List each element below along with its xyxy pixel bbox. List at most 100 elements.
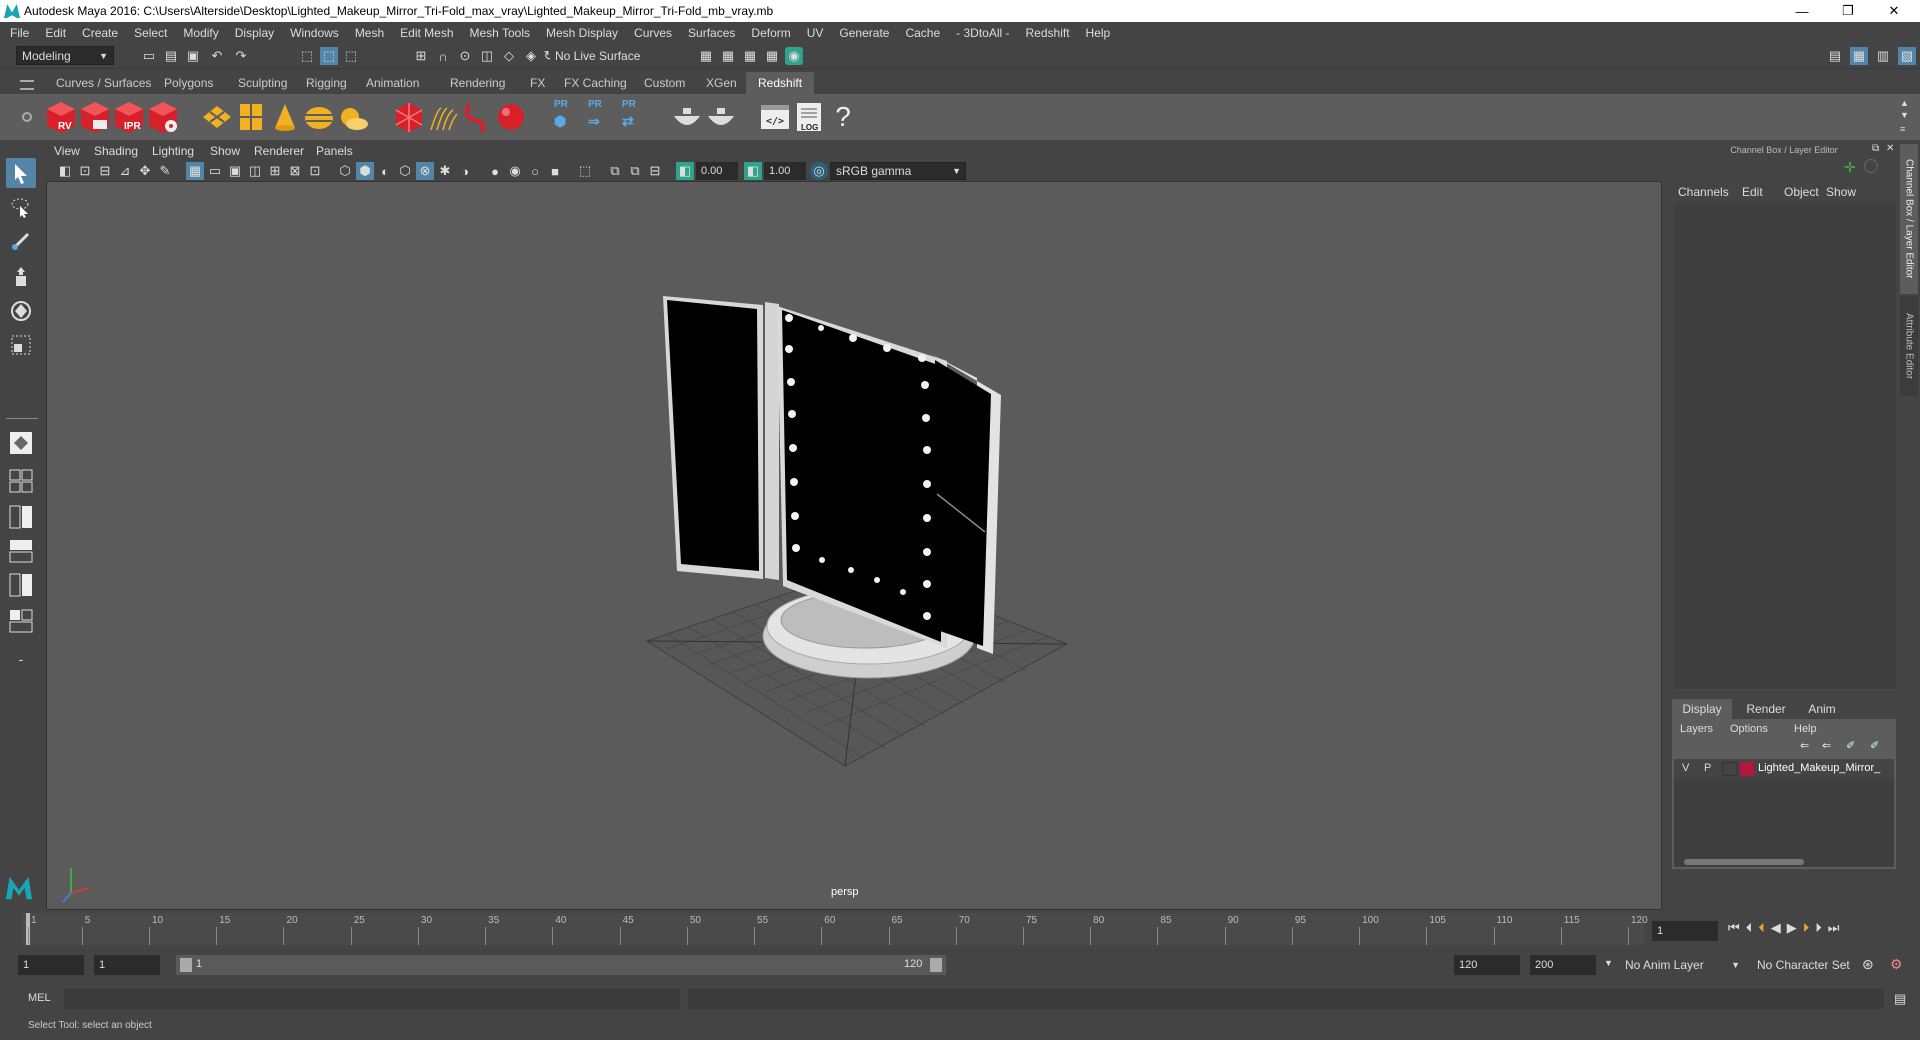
layer-tab-display[interactable]: Display xyxy=(1672,699,1732,719)
layout-four-icon[interactable]: ▦ xyxy=(1850,47,1868,65)
menu-uv[interactable]: UV xyxy=(799,26,832,40)
rv-icon[interactable]: RV xyxy=(44,99,78,135)
open-scene-icon[interactable]: ▤ xyxy=(162,47,180,65)
cb-menu-object[interactable]: Object xyxy=(1784,185,1819,199)
render-settings-icon[interactable]: ▦ xyxy=(763,47,781,65)
render-view-icon[interactable]: ▦ xyxy=(719,47,737,65)
command-input[interactable] xyxy=(64,989,680,1009)
select-component-icon[interactable]: ⬚ xyxy=(342,47,360,65)
depth-of-field-icon[interactable]: ■ xyxy=(546,162,564,180)
pr-export-icon[interactable]: PR ⇒ xyxy=(582,99,616,135)
grid-toggle-icon[interactable]: ▦ xyxy=(186,162,204,180)
snap-view-icon[interactable]: ◫ xyxy=(478,47,496,65)
default-lighting-icon[interactable]: ⊗ xyxy=(416,162,434,180)
close-panel-icon[interactable]: ✕ xyxy=(1886,143,1894,154)
light-cone-icon[interactable] xyxy=(268,99,302,135)
snap-point-icon[interactable]: ⊙ xyxy=(456,47,474,65)
script-editor-icon[interactable]: </> xyxy=(758,99,792,135)
layer-scroll-thumb[interactable] xyxy=(1684,859,1804,865)
volume-icon[interactable] xyxy=(392,99,426,135)
menu-modify[interactable]: Modify xyxy=(175,26,226,40)
shelf-options-icon[interactable] xyxy=(22,112,32,122)
shelf-tab-custom[interactable]: Custom xyxy=(632,72,697,94)
toolbox-expand-icon[interactable]: - xyxy=(6,644,36,674)
film-gate-icon[interactable]: ▭ xyxy=(206,162,224,180)
select-object-icon[interactable]: ⬚ xyxy=(320,47,338,65)
playback-start-field[interactable]: 1 xyxy=(94,955,160,975)
snap-live-icon[interactable]: ◈ xyxy=(522,47,540,65)
layout-graph-persp-icon[interactable] xyxy=(6,570,36,600)
menu-create[interactable]: Create xyxy=(74,26,126,40)
menu-deform[interactable]: Deform xyxy=(743,26,798,40)
channel-list[interactable] xyxy=(1674,203,1896,689)
sun-sky-icon[interactable] xyxy=(336,99,370,135)
lasso-tool-icon[interactable] xyxy=(6,192,36,222)
smooth-shade-icon[interactable]: ⬢ xyxy=(356,162,374,180)
move-tool-icon[interactable] xyxy=(6,262,36,292)
snap-grid-icon[interactable]: ⊞ xyxy=(412,47,430,65)
panel-menu-show[interactable]: Show xyxy=(210,144,240,158)
anti-alias-icon[interactable]: ○ xyxy=(526,162,544,180)
layout-hypershade-icon[interactable] xyxy=(6,606,36,636)
paint-select-tool-icon[interactable] xyxy=(6,226,36,256)
bowl-icon-2[interactable] xyxy=(704,99,738,135)
menu-mesh-tools[interactable]: Mesh Tools xyxy=(462,26,538,40)
ambient-occlusion-icon[interactable]: ● xyxy=(486,162,504,180)
mel-label[interactable]: MEL xyxy=(28,992,51,1004)
new-layer-icon[interactable]: ✐ xyxy=(1846,739,1855,752)
layer-menu-help[interactable]: Help xyxy=(1794,723,1817,735)
menu-edit-mesh[interactable]: Edit Mesh xyxy=(392,26,461,40)
layout-outliner-icon[interactable]: ▥ xyxy=(1874,47,1892,65)
render-frame-icon[interactable]: ▦ xyxy=(697,47,715,65)
menu-cache[interactable]: Cache xyxy=(897,26,948,40)
menu-help[interactable]: Help xyxy=(1078,26,1119,40)
step-forward-frame-icon[interactable]: ⏵ xyxy=(1803,920,1810,936)
shelf-tab-curves-surfaces[interactable]: Curves / Surfaces xyxy=(44,72,163,94)
material-ball-icon[interactable] xyxy=(494,99,528,135)
xray-icon[interactable]: ◑ xyxy=(456,162,474,180)
hair-icon[interactable] xyxy=(426,99,460,135)
side-tab-attribute-editor[interactable]: Attribute Editor xyxy=(1900,296,1918,396)
cb-menu-edit[interactable]: Edit xyxy=(1742,185,1763,199)
layer-row[interactable]: V P Lighted_Makeup_Mirror_ xyxy=(1674,759,1894,779)
layout-single-pane-icon[interactable] xyxy=(6,428,36,458)
render-icon[interactable] xyxy=(78,99,112,135)
hud-icon[interactable]: ⊟ xyxy=(646,162,664,180)
layer-tab-anim[interactable]: Anim xyxy=(1796,699,1848,719)
wireframe-icon[interactable]: ⬡ xyxy=(336,162,354,180)
layout-four-pane-icon[interactable] xyxy=(6,466,36,496)
panel-menu-renderer[interactable]: Renderer xyxy=(254,144,304,158)
maya-app-icon[interactable] xyxy=(4,872,34,902)
minimize-button[interactable]: — xyxy=(1780,0,1824,22)
sync-icon[interactable] xyxy=(1864,159,1878,173)
layer-color-swatch[interactable] xyxy=(1740,762,1754,776)
hypershade-icon[interactable]: ◉ xyxy=(785,47,803,65)
shelf-menu-arrow-icon[interactable]: ≡ xyxy=(1900,124,1905,134)
menu-edit[interactable]: Edit xyxy=(37,26,74,40)
layer-scrollbar[interactable] xyxy=(1674,857,1894,867)
restore-button[interactable]: ❐ xyxy=(1826,0,1870,22)
anim-preferences-icon[interactable]: ⚙ xyxy=(1890,956,1903,973)
layer-menu-layers[interactable]: Layers xyxy=(1680,723,1713,735)
shelf-tab-fx-caching[interactable]: FX Caching xyxy=(552,72,639,94)
panel-menu-panels[interactable]: Panels xyxy=(316,144,353,158)
start-time-field[interactable]: 1 xyxy=(18,955,84,975)
step-back-key-icon[interactable]: ⏴ xyxy=(1746,920,1753,936)
panel-menu-shading[interactable]: Shading xyxy=(94,144,138,158)
shelf-menu-icon[interactable] xyxy=(20,80,34,90)
go-to-start-icon[interactable]: ⏮ xyxy=(1728,920,1740,936)
wireframe-on-shaded-icon[interactable]: ◐ xyxy=(376,162,394,180)
pr-cube-icon[interactable]: PR ⬢ xyxy=(548,99,582,135)
move-layer-up-icon[interactable]: ⇐ xyxy=(1800,739,1809,752)
new-scene-icon[interactable]: ▭ xyxy=(140,47,158,65)
gamma-icon[interactable]: ◧ xyxy=(744,162,762,180)
mesh-params-icon[interactable] xyxy=(200,99,234,135)
shelf-tab-sculpting[interactable]: Sculpting xyxy=(226,72,299,94)
xray-joints-icon[interactable]: ⧉ xyxy=(606,162,624,180)
end-time-field[interactable]: 200 xyxy=(1530,955,1596,975)
menu-curves[interactable]: Curves xyxy=(626,26,680,40)
scale-tool-icon[interactable] xyxy=(6,330,36,360)
gamma-field[interactable]: 1.00 xyxy=(764,162,806,180)
time-slider[interactable]: 1 5 10 15 20 25 30 35 40 45 50 55 60 65 70 75 80 85 90 95 10… xyxy=(22,913,1648,945)
panel-menu-lighting[interactable]: Lighting xyxy=(152,144,194,158)
